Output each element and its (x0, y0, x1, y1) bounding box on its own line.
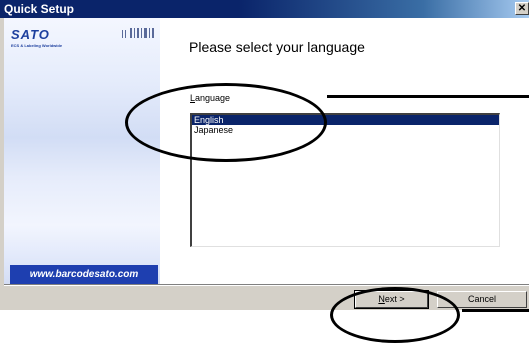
next-callout-line (462, 309, 529, 312)
sato-logo: SATO (11, 27, 50, 42)
brand-tagline: ECS & Labeling Worldwide (11, 43, 63, 48)
sidebar-panel: SATO ECS & Labeling Worldwide www.barcod… (4, 18, 160, 284)
website-banner: www.barcodesato.com (10, 265, 158, 284)
title-bar[interactable]: Quick Setup ✕ (0, 0, 529, 18)
language-callout-ellipse (125, 83, 327, 162)
page-title: Please select your language (189, 39, 365, 55)
next-callout-ellipse (330, 287, 460, 343)
close-icon[interactable]: ✕ (515, 2, 529, 15)
window-title: Quick Setup (4, 2, 75, 16)
separator (4, 284, 529, 286)
barcode-icon (122, 28, 154, 38)
language-callout-line (327, 95, 529, 98)
